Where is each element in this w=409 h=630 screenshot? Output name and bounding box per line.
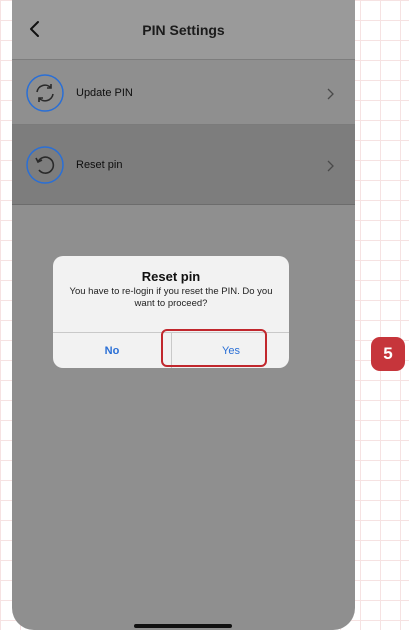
no-button[interactable]: No <box>53 333 171 368</box>
reset-pin-row[interactable]: Reset pin <box>12 125 355 205</box>
yes-button-highlight <box>161 329 267 367</box>
navigation-bar: PIN Settings <box>12 0 355 60</box>
chevron-right-icon <box>327 88 334 100</box>
chevron-right-icon <box>327 160 334 172</box>
refresh-icon <box>26 74 64 112</box>
reset-pin-label: Reset pin <box>76 159 123 171</box>
dialog-title: Reset pin <box>141 269 201 284</box>
page-title: PIN Settings <box>142 22 225 38</box>
step-number-badge: 5 <box>371 337 405 371</box>
dialog-message: You have to re-login if you reset the PI… <box>69 286 273 309</box>
update-pin-row[interactable]: Update PIN <box>12 61 355 125</box>
update-pin-label: Update PIN <box>76 87 133 99</box>
home-indicator <box>134 624 232 628</box>
reset-icon <box>26 146 64 184</box>
